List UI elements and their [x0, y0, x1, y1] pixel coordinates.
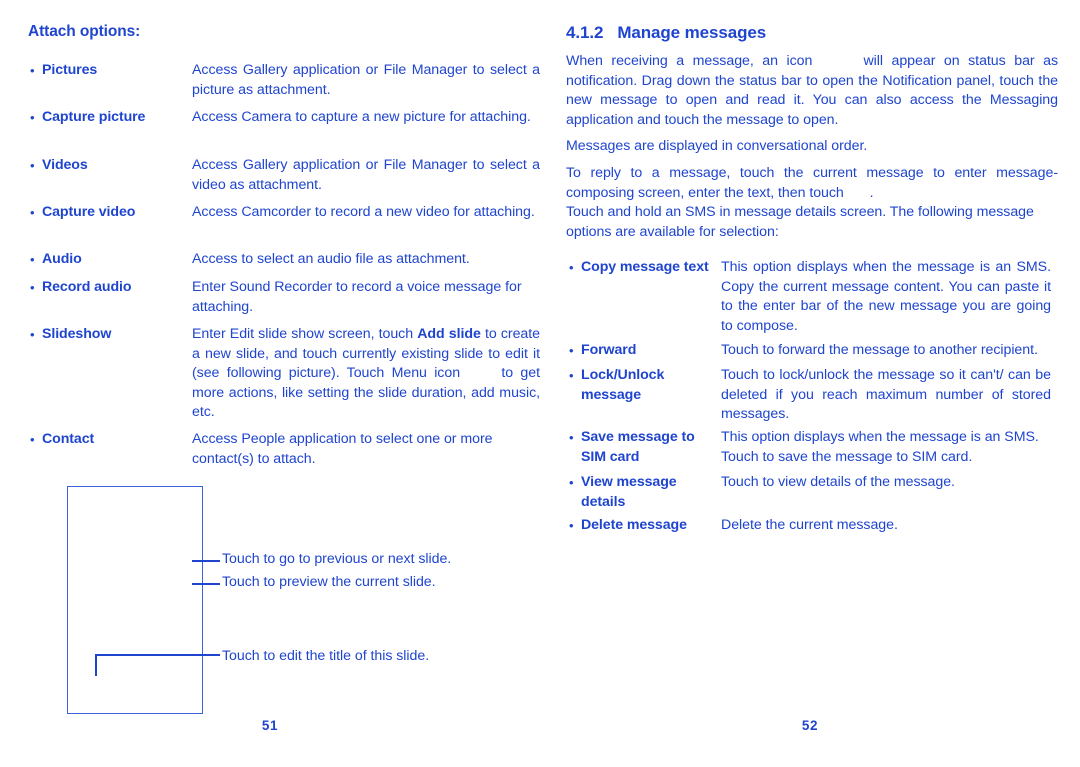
callout-label: Touch to edit the title of this slide.: [222, 648, 430, 664]
attach-option-term: Audio: [42, 251, 82, 267]
attach-option-term: Videos: [42, 157, 88, 173]
list-bullet: •: [30, 63, 35, 78]
attach-option-desc: Access to select an audio file as attach…: [192, 251, 470, 267]
list-bullet: •: [30, 110, 35, 125]
attach-option-term: Capture picture: [42, 109, 146, 125]
list-bullet: •: [569, 430, 574, 445]
attach-option-desc: Access Camera to capture a new picture f…: [192, 109, 531, 125]
list-bullet: •: [30, 327, 35, 342]
list-bullet: •: [569, 475, 574, 490]
right-page: 4.1.2 Manage messages When receiving a me…: [540, 0, 1080, 767]
left-page: Attach options: • Pictures Access Galler…: [0, 0, 540, 767]
message-option-desc: This option displays when the message is…: [721, 259, 1051, 334]
list-bullet: •: [30, 280, 35, 295]
callout-label: Touch to preview the current slide.: [222, 574, 436, 590]
message-option-term: View message details: [581, 474, 677, 510]
message-option-desc: Delete the current message.: [721, 517, 898, 533]
attach-option-term: Record audio: [42, 279, 132, 295]
attach-option-desc: Enter Sound Recorder to record a voice m…: [192, 279, 522, 315]
list-bullet: •: [569, 518, 574, 533]
message-option-desc: Touch to view details of the message.: [721, 474, 955, 490]
list-bullet: •: [30, 252, 35, 267]
callout-leader-line: [192, 583, 220, 585]
reply-paragraph: To reply to a message, touch the current…: [566, 165, 1058, 201]
attach-options-heading: Attach options:: [28, 23, 141, 40]
callout-elbow-leader-line: [95, 654, 220, 676]
page-number: 51: [261, 718, 279, 733]
list-bullet: •: [569, 368, 574, 383]
attach-option-term: Pictures: [42, 62, 98, 78]
attach-option-desc: Access Gallery application or File Manag…: [192, 62, 540, 98]
attach-option-desc: Enter Edit slide show screen, touch Add …: [192, 326, 540, 421]
attach-option-term: Capture video: [42, 204, 136, 220]
intro-paragraph: When receiving a message, an icon will a…: [566, 53, 1059, 128]
list-bullet: •: [30, 158, 35, 173]
section-title: Manage messages: [617, 23, 767, 42]
attach-option-desc: Access People application to select one …: [192, 431, 493, 467]
attach-option-term: Slideshow: [42, 326, 112, 342]
touch-hold-paragraph: Touch and hold an SMS in message details…: [566, 204, 1034, 240]
page-number: 52: [801, 718, 819, 733]
message-option-desc: Touch to lock/unlock the message so it c…: [721, 367, 1051, 423]
list-bullet: •: [569, 343, 574, 358]
message-option-term: Forward: [581, 342, 637, 358]
message-option-desc: Touch to forward the message to another …: [721, 342, 1038, 358]
message-option-term: Lock/Unlock message: [581, 367, 665, 403]
attach-option-desc: Access Gallery application or File Manag…: [192, 157, 540, 193]
callout-leader-line: [192, 560, 220, 562]
list-bullet: •: [30, 205, 35, 220]
section-heading: 4.1.2 Manage messages: [566, 23, 766, 43]
attach-option-desc: Access Camcorder to record a new video f…: [192, 204, 535, 220]
conversational-order-paragraph: Messages are displayed in conversational…: [566, 138, 868, 154]
callout-label: Touch to go to previous or next slide.: [222, 551, 452, 567]
message-option-term: Save message to SIM card: [581, 429, 695, 465]
message-option-term: Copy message text: [581, 259, 709, 275]
list-bullet: •: [30, 432, 35, 447]
attach-option-term: Contact: [42, 431, 95, 447]
phone-screen-outline: [67, 486, 203, 714]
list-bullet: •: [569, 260, 574, 275]
message-option-desc: This option displays when the message is…: [721, 429, 1039, 465]
section-number: 4.1.2: [566, 23, 604, 42]
message-option-term: Delete message: [581, 517, 687, 533]
